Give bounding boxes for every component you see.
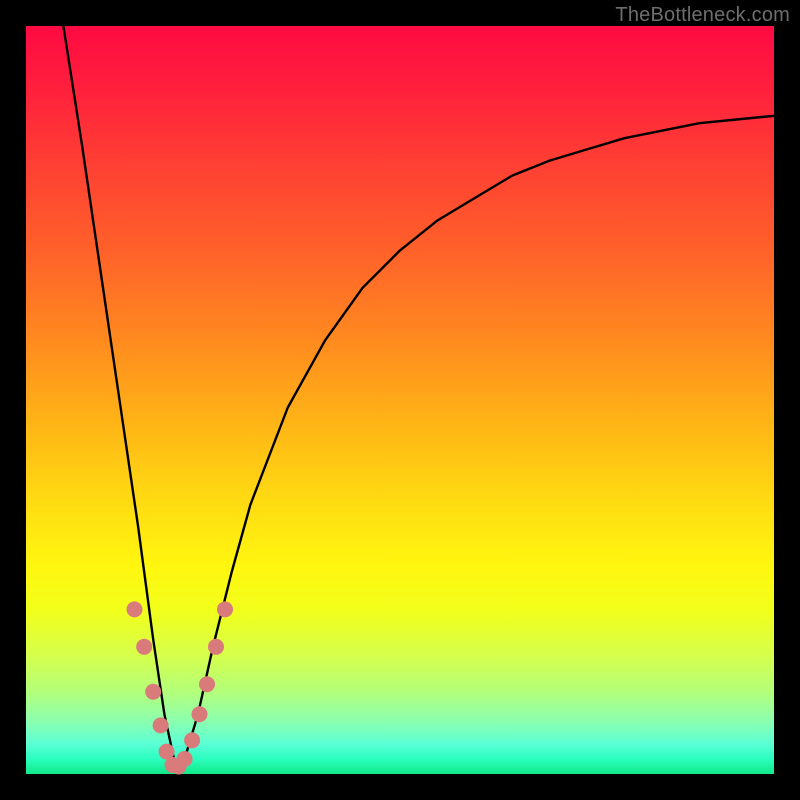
marker-dot: [199, 676, 215, 692]
curve-path: [63, 26, 774, 767]
bottleneck-curve: [63, 26, 774, 767]
marker-dot: [217, 601, 233, 617]
marker-dot: [184, 732, 200, 748]
marker-dot: [153, 717, 169, 733]
marker-dot: [177, 751, 193, 767]
curve-layer: [26, 26, 774, 774]
chart-frame: TheBottleneck.com: [0, 0, 800, 800]
marker-dot: [127, 601, 143, 617]
watermark-text: TheBottleneck.com: [615, 4, 790, 27]
marker-dot: [136, 639, 152, 655]
marker-dot: [145, 684, 161, 700]
marker-dot: [192, 706, 208, 722]
marker-dot: [208, 639, 224, 655]
plot-area: [26, 26, 774, 774]
